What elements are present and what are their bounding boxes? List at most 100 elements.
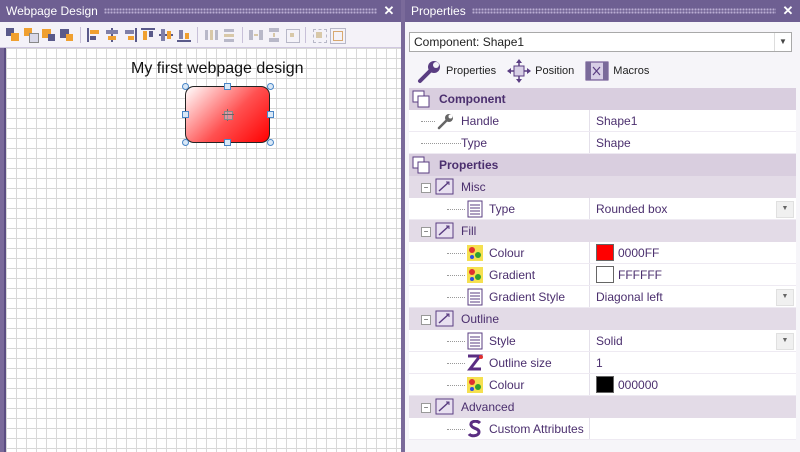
group-icon	[435, 310, 454, 327]
collapse-icon[interactable]: −	[421, 227, 431, 237]
space-evenly-across-icon[interactable]	[248, 27, 264, 43]
resize-handle-top-right[interactable]	[267, 83, 274, 90]
property-row-style[interactable]: Style Solid ▼	[409, 330, 796, 352]
drag-grip[interactable]	[103, 8, 377, 14]
distribute-vertical-icon[interactable]	[221, 27, 237, 43]
property-outline-size-value[interactable]: 1	[589, 352, 796, 373]
resize-handle-top-left[interactable]	[182, 83, 189, 90]
category-properties-label: Properties	[439, 158, 499, 172]
close-icon[interactable]: ✕	[782, 3, 794, 19]
properties-category-icon	[412, 156, 430, 174]
design-canvas[interactable]: My first webpage design	[4, 48, 401, 452]
property-row-colour-outline[interactable]: Colour 000000	[409, 374, 796, 396]
colour-palette-icon	[467, 244, 483, 261]
property-gradient-style-value[interactable]: Diagonal left ▼	[589, 286, 796, 307]
subcategory-misc[interactable]: − Misc	[409, 176, 796, 198]
subcategory-outline-label: Outline	[461, 312, 500, 326]
collapse-icon[interactable]: −	[421, 403, 431, 413]
property-type-misc-value[interactable]: Rounded box ▼	[589, 198, 796, 219]
colour-swatch[interactable]	[596, 244, 614, 261]
resize-handle-bottom-right[interactable]	[267, 139, 274, 146]
subcategory-advanced[interactable]: − Advanced	[409, 396, 796, 418]
subcategory-outline[interactable]: − Outline	[409, 308, 796, 330]
property-type-value[interactable]: Shape	[589, 132, 796, 153]
property-handle-value[interactable]: Shape1	[589, 110, 796, 131]
chevron-down-icon[interactable]: ▼	[776, 201, 794, 218]
property-colour-outline-value[interactable]: 000000	[589, 374, 796, 395]
panel-title: Properties	[411, 4, 466, 18]
category-component-label: Component	[439, 92, 506, 106]
canvas-heading-text[interactable]: My first webpage design	[131, 60, 304, 78]
center-in-window-icon[interactable]	[284, 27, 300, 43]
resize-handle-top[interactable]	[224, 83, 231, 90]
property-style-label: Style	[489, 333, 516, 348]
colour-swatch[interactable]	[596, 266, 614, 283]
wrench-icon	[437, 113, 453, 129]
property-grid: Component Handle Shape1 Type Shape Prope…	[409, 88, 796, 440]
webpage-design-titlebar[interactable]: Webpage Design ✕	[0, 0, 401, 22]
component-select[interactable]: Component: Shape1 ▼	[409, 32, 792, 52]
shape1-rounded-box[interactable]	[185, 86, 270, 143]
fit-grid-icon[interactable]	[329, 27, 346, 44]
tab-position-label: Position	[535, 65, 575, 77]
close-icon[interactable]: ✕	[383, 3, 395, 19]
resize-handle-left[interactable]	[182, 111, 189, 118]
align-center-icon[interactable]	[104, 27, 120, 43]
properties-panel: Properties ✕ Component: Shape1 ▼ Propert…	[405, 0, 800, 452]
category-properties[interactable]: Properties	[409, 154, 796, 176]
resize-handle-right[interactable]	[267, 111, 274, 118]
property-gradient-label: Gradient	[489, 267, 536, 282]
collapse-icon[interactable]: −	[421, 183, 431, 193]
property-row-handle[interactable]: Handle Shape1	[409, 110, 796, 132]
subcategory-misc-label: Misc	[461, 180, 486, 194]
move-arrows-icon	[507, 59, 532, 83]
subcategory-fill[interactable]: − Fill	[409, 220, 796, 242]
send-backward-icon[interactable]	[23, 27, 39, 43]
subcategory-advanced-label: Advanced	[461, 400, 515, 414]
properties-titlebar[interactable]: Properties ✕	[405, 0, 800, 22]
align-right-icon[interactable]	[122, 27, 138, 43]
property-row-gradient[interactable]: Gradient FFFFFF	[409, 264, 796, 286]
properties-body: Component: Shape1 ▼ Properties Position	[405, 22, 800, 452]
align-middle-icon[interactable]	[158, 27, 174, 43]
property-style-value[interactable]: Solid ▼	[589, 330, 796, 351]
drag-grip[interactable]	[471, 8, 776, 14]
tab-macros[interactable]: Macros	[584, 58, 649, 84]
align-left-icon[interactable]	[86, 27, 102, 43]
distribute-horizontal-icon[interactable]	[203, 27, 219, 43]
property-row-type-component[interactable]: Type Shape	[409, 132, 796, 154]
property-row-colour-fill[interactable]: Colour 0000FF	[409, 242, 796, 264]
property-row-custom-attributes[interactable]: Custom Attributes	[409, 418, 796, 440]
tab-position[interactable]: Position	[506, 58, 574, 84]
property-gradient-value[interactable]: FFFFFF	[589, 264, 796, 285]
macros-icon	[585, 61, 609, 81]
resize-handle-bottom-left[interactable]	[182, 139, 189, 146]
resize-handle-bottom[interactable]	[224, 139, 231, 146]
bring-to-front-icon[interactable]	[41, 27, 57, 43]
colour-palette-icon	[467, 376, 483, 393]
list-icon	[467, 332, 483, 349]
category-component[interactable]: Component	[409, 88, 796, 110]
center-crosshair[interactable]	[222, 109, 234, 121]
property-colour-fill-value[interactable]: 0000FF	[589, 242, 796, 263]
tab-properties[interactable]: Properties	[417, 58, 496, 84]
chevron-down-icon[interactable]: ▼	[776, 333, 794, 350]
bring-forward-icon[interactable]	[5, 27, 21, 43]
collapse-icon[interactable]: −	[421, 315, 431, 325]
chevron-down-icon[interactable]: ▼	[776, 289, 794, 306]
property-custom-attributes-label: Custom Attributes	[489, 421, 584, 436]
property-row-gradient-style[interactable]: Gradient Style Diagonal left ▼	[409, 286, 796, 308]
align-top-icon[interactable]	[140, 27, 156, 43]
property-tabs: Properties Position Macros	[417, 56, 659, 86]
colour-swatch[interactable]	[596, 376, 614, 393]
space-evenly-down-icon[interactable]	[266, 27, 282, 43]
property-gradient-style-label: Gradient Style	[489, 289, 566, 304]
align-bottom-icon[interactable]	[176, 27, 192, 43]
property-custom-attributes-value[interactable]	[589, 418, 796, 439]
property-row-type-misc[interactable]: Type Rounded box ▼	[409, 198, 796, 220]
make-same-size-icon[interactable]	[311, 27, 327, 43]
chevron-down-icon[interactable]: ▼	[774, 33, 791, 51]
property-outline-size-label: Outline size	[489, 355, 552, 370]
property-row-outline-size[interactable]: Outline size 1	[409, 352, 796, 374]
send-to-back-icon[interactable]	[59, 27, 75, 43]
